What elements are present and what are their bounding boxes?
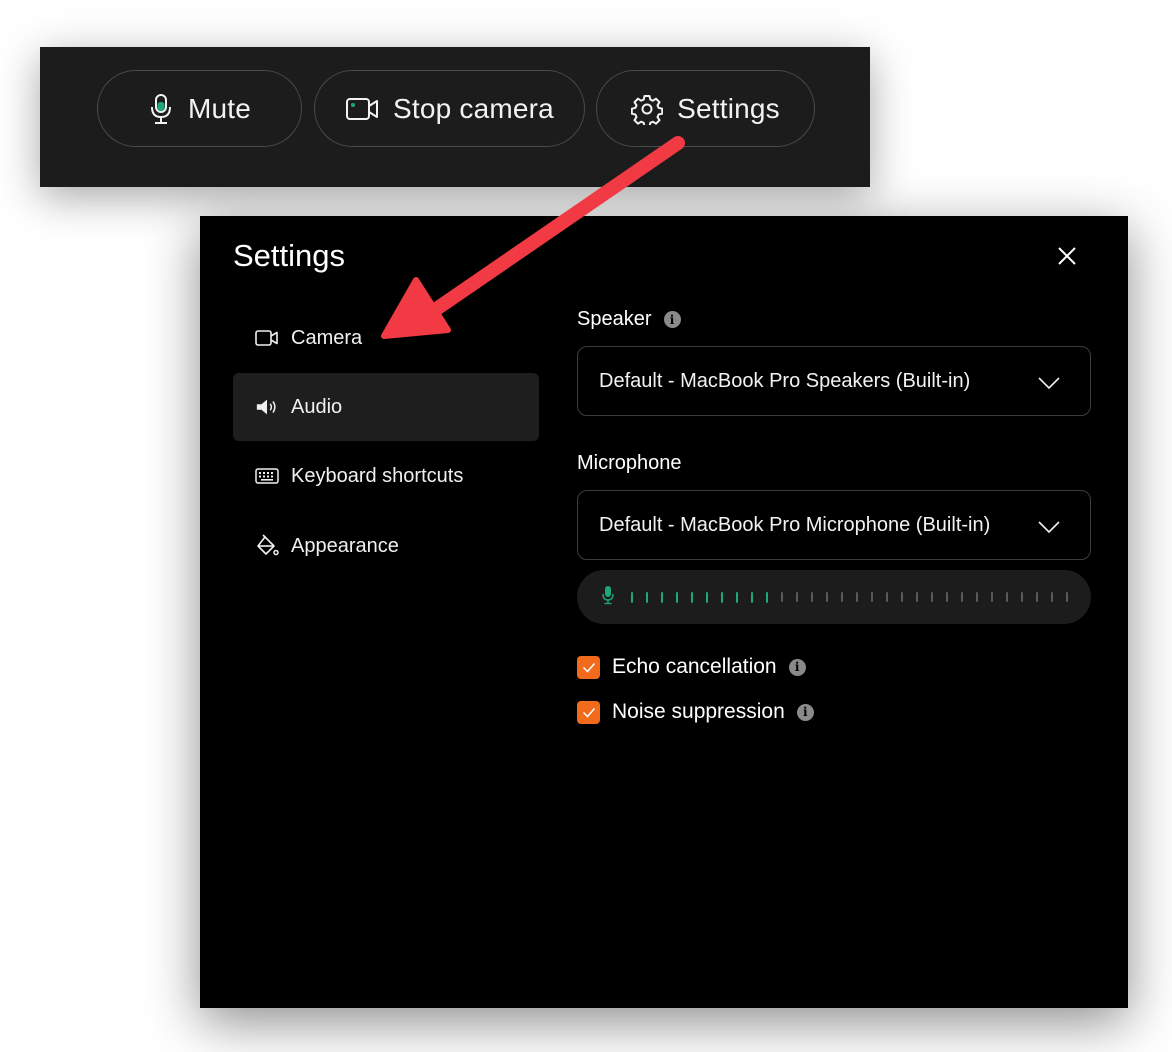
level-bar bbox=[826, 592, 828, 602]
level-bar bbox=[646, 591, 648, 603]
speaker-select[interactable]: Default - MacBook Pro Speakers (Built-in… bbox=[577, 346, 1091, 416]
level-bar bbox=[796, 592, 798, 602]
sidebar-item-label: Keyboard shortcuts bbox=[291, 464, 464, 487]
info-icon[interactable]: i bbox=[788, 658, 806, 676]
level-bar bbox=[691, 591, 693, 603]
sidebar-item-appearance[interactable]: Appearance bbox=[233, 512, 539, 580]
settings-button[interactable]: Settings bbox=[596, 70, 815, 147]
sidebar-item-label: Camera bbox=[291, 326, 363, 349]
stop-camera-button[interactable]: Stop camera bbox=[314, 70, 585, 147]
sidebar-item-keyboard-shortcuts[interactable]: Keyboard shortcuts bbox=[233, 442, 539, 510]
level-bar bbox=[991, 592, 993, 602]
microphone-label-row: Microphone bbox=[577, 452, 682, 475]
paint-bucket-icon bbox=[255, 534, 279, 558]
speaker-select-value: Default - MacBook Pro Speakers (Built-in… bbox=[599, 369, 971, 392]
microphone-select-value: Default - MacBook Pro Microphone (Built-… bbox=[599, 513, 991, 536]
settings-label: Settings bbox=[677, 92, 780, 124]
mute-button[interactable]: Mute bbox=[97, 70, 302, 147]
echo-cancellation-label: Echo cancellation bbox=[612, 655, 777, 678]
level-bar bbox=[841, 592, 843, 602]
chevron-down-icon bbox=[1038, 373, 1060, 396]
echo-cancellation-option[interactable]: Echo cancellation i bbox=[577, 655, 806, 679]
level-bar bbox=[886, 592, 888, 602]
noise-suppression-label: Noise suppression bbox=[612, 700, 785, 723]
level-bar bbox=[661, 591, 663, 603]
sidebar-item-camera[interactable]: Camera bbox=[233, 304, 539, 372]
noise-suppression-option[interactable]: Noise suppression i bbox=[577, 700, 814, 724]
level-bar bbox=[1066, 592, 1068, 602]
microphone-select[interactable]: Default - MacBook Pro Microphone (Built-… bbox=[577, 490, 1091, 560]
microphone-label: Microphone bbox=[577, 452, 682, 474]
level-bar bbox=[781, 592, 783, 602]
level-bar bbox=[1051, 592, 1053, 602]
speaker-label: Speaker bbox=[577, 308, 652, 330]
level-bar bbox=[706, 591, 708, 603]
mute-label: Mute bbox=[187, 92, 252, 124]
video-camera-icon bbox=[255, 326, 279, 350]
info-icon[interactable]: i bbox=[796, 703, 814, 721]
level-bar bbox=[961, 592, 963, 602]
settings-dialog: Settings Camera Audio Keyboard shortcuts… bbox=[200, 216, 1128, 1008]
level-bar bbox=[751, 591, 753, 603]
speaker-icon bbox=[255, 395, 279, 419]
close-button[interactable] bbox=[1052, 243, 1082, 273]
sidebar-item-label: Appearance bbox=[291, 534, 399, 557]
keyboard-icon bbox=[255, 464, 279, 488]
sidebar-item-audio[interactable]: Audio bbox=[233, 373, 539, 441]
level-bar bbox=[976, 592, 978, 602]
video-camera-icon bbox=[345, 96, 379, 122]
stop-camera-label: Stop camera bbox=[393, 92, 554, 124]
gear-icon bbox=[631, 93, 664, 125]
sidebar-item-label: Audio bbox=[291, 395, 343, 418]
level-bar bbox=[931, 592, 933, 602]
level-bar bbox=[676, 591, 678, 603]
level-bar bbox=[871, 592, 873, 602]
level-bar bbox=[721, 591, 723, 603]
level-bar bbox=[901, 592, 903, 602]
level-bar bbox=[1006, 592, 1008, 602]
level-bar bbox=[1021, 592, 1023, 602]
call-toolbar: Mute Stop camera Settings bbox=[40, 47, 870, 187]
level-bar bbox=[1036, 592, 1038, 602]
level-bar bbox=[916, 592, 918, 602]
microphone-icon bbox=[148, 93, 174, 125]
level-bar bbox=[811, 592, 813, 602]
level-bar bbox=[736, 591, 738, 603]
level-bar bbox=[631, 591, 633, 603]
screenshot-stage: Mute Stop camera Settings Settings Camer… bbox=[0, 0, 1172, 1052]
speaker-label-row: Speaker i bbox=[577, 308, 681, 331]
close-icon bbox=[1057, 246, 1077, 271]
level-bars bbox=[631, 591, 1068, 603]
info-icon[interactable]: i bbox=[663, 311, 681, 328]
noise-suppression-checkbox[interactable] bbox=[577, 700, 600, 724]
level-bar bbox=[856, 592, 858, 602]
dialog-title: Settings bbox=[233, 238, 346, 273]
microphone-icon bbox=[602, 585, 614, 610]
chevron-down-icon bbox=[1038, 517, 1060, 540]
echo-cancellation-checkbox[interactable] bbox=[577, 655, 600, 679]
microphone-level-meter bbox=[577, 570, 1091, 624]
level-bar bbox=[766, 591, 768, 603]
level-bar bbox=[946, 592, 948, 602]
